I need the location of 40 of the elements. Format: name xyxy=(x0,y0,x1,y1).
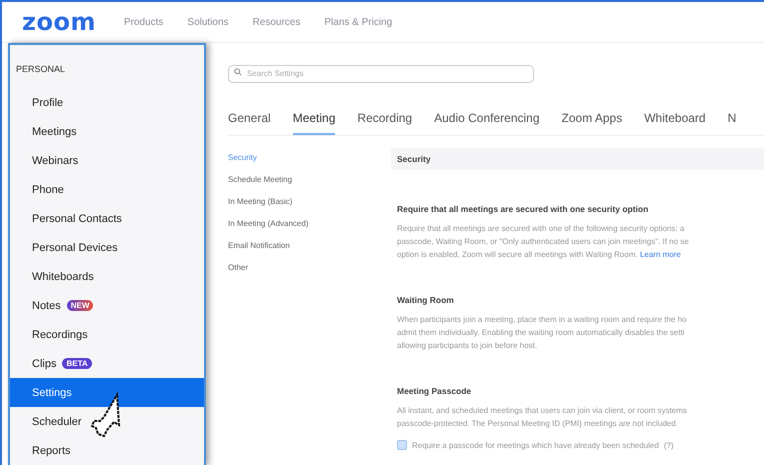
tab[interactable]: Audio Conferencing xyxy=(434,111,540,135)
sidebar-item[interactable]: Settings xyxy=(10,378,204,407)
checkbox[interactable] xyxy=(397,440,407,450)
tab[interactable]: Recording xyxy=(357,111,412,135)
setting-description: All instant, and scheduled meetings that users can join via client, or room systems passcode-protected. The Personal Meeting ID (PMI) meetings are not included. xyxy=(397,405,688,430)
option-label: Require a passcode for meetings which have already been scheduled xyxy=(412,440,659,450)
sidebar-item[interactable]: Meetings xyxy=(10,117,204,146)
sidebar-item[interactable]: Profile xyxy=(10,88,204,117)
submenu-item[interactable]: In Meeting (Basic) xyxy=(228,197,391,206)
sidebar-item[interactable]: Notes NEW xyxy=(10,291,204,320)
search-field[interactable]: Search Settings xyxy=(228,64,534,82)
badge: BETA xyxy=(62,358,92,369)
sidebar-item[interactable]: Whiteboards xyxy=(10,262,204,291)
tab[interactable]: Zoom Apps xyxy=(562,111,622,135)
sidebar-item[interactable]: Webinars xyxy=(10,146,204,175)
submenu-item[interactable]: Schedule Meeting xyxy=(228,175,391,184)
badge: NEW xyxy=(66,300,94,311)
section-header: Security xyxy=(391,148,764,170)
sidebar-item[interactable]: Personal Contacts xyxy=(10,204,204,233)
setting-title: Meeting Passcode xyxy=(397,386,472,396)
sidebar-item[interactable]: Phone xyxy=(10,175,204,204)
tab[interactable]: Meeting xyxy=(292,111,336,135)
sidebar-heading: PERSONAL xyxy=(15,63,66,76)
sidebar-item[interactable]: Reports xyxy=(10,436,204,465)
setting-description: When participants join a meeting, place them in a waiting room and require the ho admit them individually. Enabling the waiting room automatically disables the setti allowing participants to join before host. xyxy=(397,314,688,352)
sidebar-item[interactable]: Recordings xyxy=(10,320,204,349)
tab[interactable]: Whiteboard xyxy=(644,111,706,135)
tab[interactable]: N xyxy=(728,111,736,135)
setting-title: Require that all meetings are secured with one security option xyxy=(397,204,650,214)
sidebar-item[interactable]: Clips BETA xyxy=(10,349,204,378)
learn-more-link[interactable]: Learn more xyxy=(640,250,681,259)
sidebar-item[interactable]: Scheduler xyxy=(10,407,204,436)
submenu-item[interactable]: In Meeting (Advanced) xyxy=(228,219,391,228)
sidebar-item[interactable]: Personal Devices xyxy=(10,233,204,262)
logo[interactable]: zoom xyxy=(22,8,96,36)
submenu-item[interactable]: Other xyxy=(228,263,391,272)
tab[interactable]: General xyxy=(228,111,271,135)
submenu-item[interactable]: Email Notification xyxy=(228,241,391,250)
setting-title: Waiting Room xyxy=(397,295,455,305)
setting-description: Require that all meetings are secured with one of the following security options: a passcode, Waiting Room, or "Only authenticated users can join meetings". If no se option is enabled, Zoom will secure all meetings with Waiting Room. Learn more xyxy=(397,223,690,261)
